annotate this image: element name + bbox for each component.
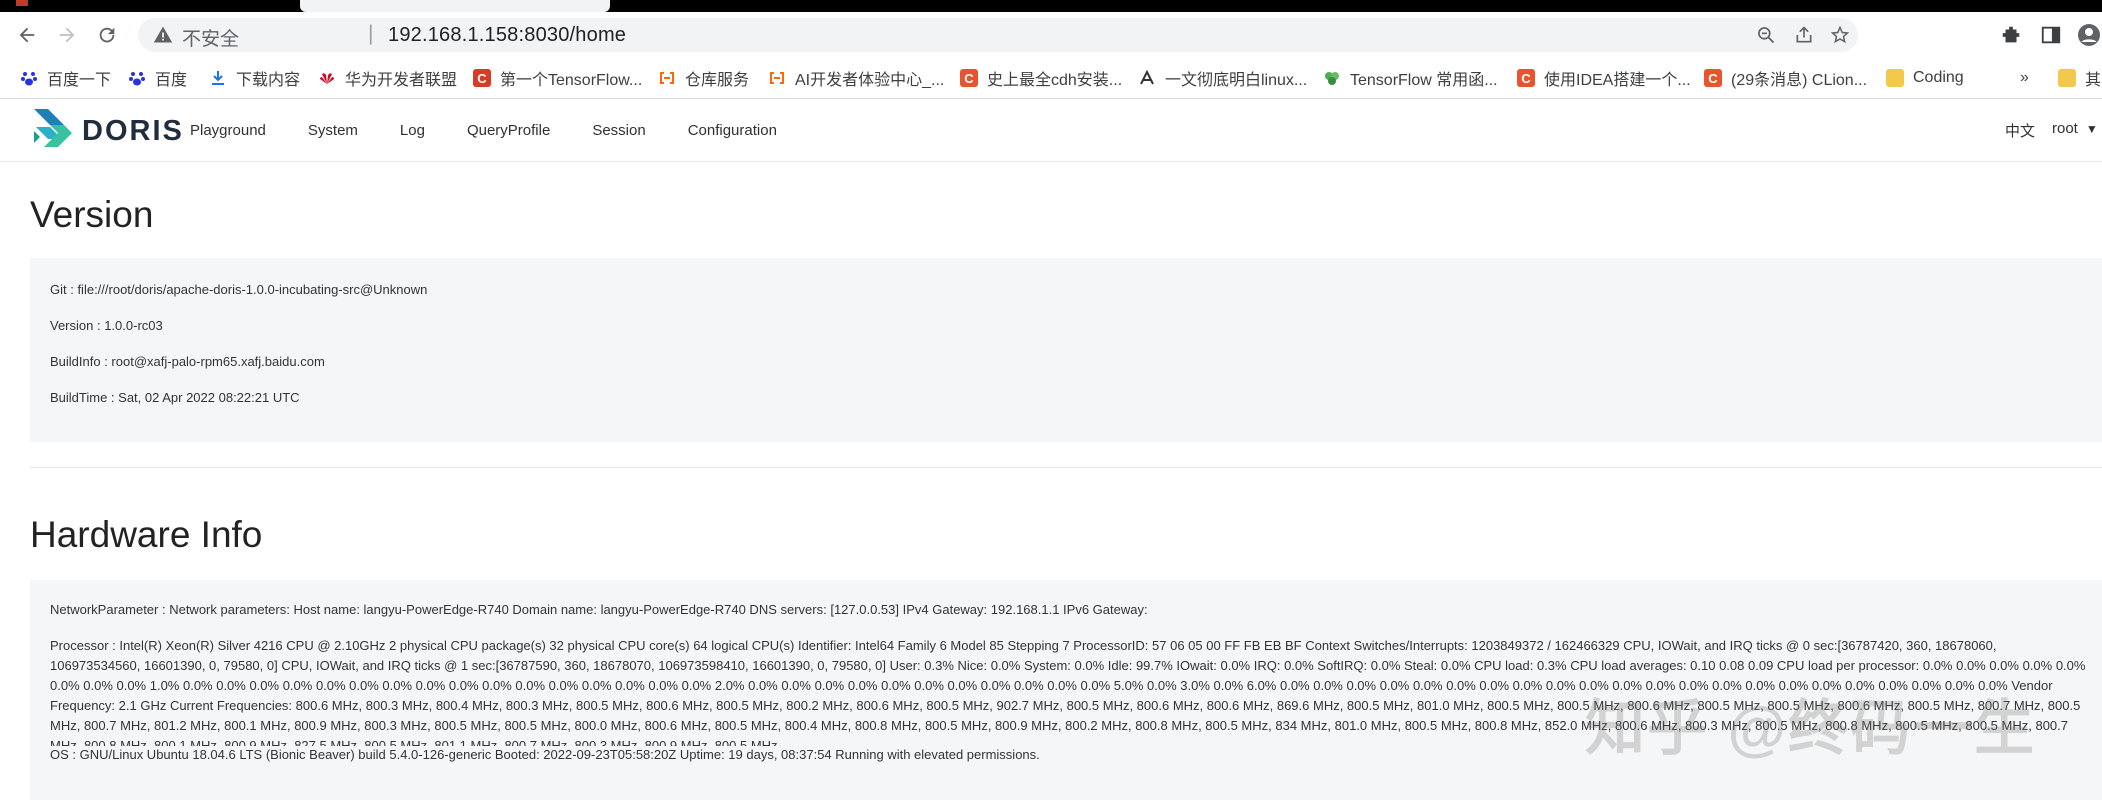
address-bar[interactable]: 不安全 | 192.168.1.158:8030/home bbox=[138, 18, 1858, 52]
user-menu[interactable]: root ▼ bbox=[2052, 120, 2098, 137]
bookmark-tensorflow-first[interactable]: C 第一个TensorFlow... bbox=[473, 66, 642, 90]
zhihu-icon bbox=[1138, 69, 1156, 87]
reload-icon[interactable] bbox=[92, 20, 122, 50]
bookmark-clion[interactable]: C (29条消息) CLion... bbox=[1704, 66, 1867, 90]
bookmark-folder-other[interactable]: 其 bbox=[2058, 66, 2101, 90]
watermark: 知乎 @终码一生 bbox=[1585, 695, 2037, 762]
hardware-title: Hardware Info bbox=[30, 514, 263, 555]
bookmark-ai-dev-center[interactable]: AI开发者体验中心_... bbox=[768, 66, 944, 90]
aliyun-icon bbox=[768, 69, 786, 87]
bookmark-huawei[interactable]: 华为开发者联盟 bbox=[318, 66, 457, 90]
bookmark-downloads[interactable]: 下载内容 bbox=[209, 66, 300, 90]
nav-playground[interactable]: Playground bbox=[190, 122, 266, 139]
bookmark-baidu[interactable]: 百度 bbox=[128, 66, 187, 90]
section-divider bbox=[30, 467, 2102, 468]
csdn-c-icon: C bbox=[960, 69, 978, 87]
user-name: root bbox=[2052, 120, 2078, 137]
nav-session[interactable]: Session bbox=[592, 122, 645, 139]
version-git: Git : file:///root/doris/apache-doris-1.… bbox=[50, 282, 428, 297]
bookmark-linux-article[interactable]: 一文彻底明白linux... bbox=[1138, 66, 1307, 90]
main-nav: Playground System Log QueryProfile Sessi… bbox=[190, 99, 819, 161]
url-text[interactable]: 192.168.1.158:8030/home bbox=[388, 24, 626, 47]
download-icon bbox=[209, 69, 227, 87]
bookmark-folder-coding[interactable]: Coding bbox=[1886, 66, 1964, 90]
doris-logo-icon[interactable] bbox=[30, 107, 74, 153]
version-number: Version : 1.0.0-rc03 bbox=[50, 318, 163, 333]
nav-queryprofile[interactable]: QueryProfile bbox=[467, 122, 550, 139]
caret-down-icon: ▼ bbox=[2085, 121, 2098, 136]
csdn-c-icon: C bbox=[473, 69, 491, 87]
huawei-icon bbox=[318, 69, 336, 87]
star-icon[interactable] bbox=[1828, 23, 1852, 47]
tab-strip bbox=[0, 0, 2102, 12]
nav-configuration[interactable]: Configuration bbox=[688, 122, 777, 139]
baidu-paw-icon bbox=[128, 69, 146, 87]
browser-toolbar: 不安全 | 192.168.1.158:8030/home bbox=[0, 12, 2102, 58]
share-icon[interactable] bbox=[1792, 23, 1816, 47]
bookmark-idea-setup[interactable]: C 使用IDEA搭建一个... bbox=[1517, 66, 1691, 90]
back-icon[interactable] bbox=[12, 20, 42, 50]
app-header: DORIS Playground System Log QueryProfile… bbox=[0, 99, 2102, 162]
active-tab[interactable] bbox=[300, 0, 610, 12]
bookmark-cdh-install[interactable]: C 史上最全cdh安装... bbox=[960, 66, 1122, 90]
leaf-icon bbox=[1323, 69, 1341, 87]
profile-avatar-icon[interactable] bbox=[2076, 22, 2102, 48]
bookmarks-overflow-button[interactable]: » bbox=[2020, 66, 2029, 90]
tab-favicon bbox=[16, 0, 28, 6]
warning-icon[interactable] bbox=[152, 24, 174, 46]
brand-name[interactable]: DORIS bbox=[82, 115, 184, 148]
aliyun-icon bbox=[658, 69, 676, 87]
folder-icon bbox=[1886, 69, 1904, 87]
nav-system[interactable]: System bbox=[308, 122, 358, 139]
extensions-icon[interactable] bbox=[1998, 22, 2024, 48]
bookmarks-bar: 百度一下 百度 下载内容 华为开发者联盟 C 第一个TensorFlow... … bbox=[0, 58, 2102, 99]
version-title: Version bbox=[30, 194, 154, 235]
csdn-c-icon: C bbox=[1517, 69, 1535, 87]
hardware-network: NetworkParameter : Network parameters: H… bbox=[50, 602, 1148, 617]
hardware-os: OS : GNU/Linux Ubuntu 18.04.6 LTS (Bioni… bbox=[50, 747, 1040, 762]
address-separator: | bbox=[368, 22, 374, 45]
side-panel-icon[interactable] bbox=[2038, 22, 2064, 48]
language-switch[interactable]: 中文 bbox=[2005, 120, 2035, 141]
csdn-c-icon: C bbox=[1704, 69, 1722, 87]
nav-log[interactable]: Log bbox=[400, 122, 425, 139]
folder-icon bbox=[2058, 69, 2076, 87]
insecure-label[interactable]: 不安全 bbox=[182, 24, 239, 51]
forward-icon[interactable] bbox=[52, 20, 82, 50]
baidu-paw-icon bbox=[20, 69, 38, 87]
zoom-icon[interactable] bbox=[1754, 23, 1778, 47]
bookmark-tensorflow-functions[interactable]: TensorFlow 常用函... bbox=[1323, 66, 1498, 90]
bookmark-repo-service[interactable]: 仓库服务 bbox=[658, 66, 749, 90]
version-buildinfo: BuildInfo : root@xafj-palo-rpm65.xafj.ba… bbox=[50, 354, 325, 369]
version-card: Git : file:///root/doris/apache-doris-1.… bbox=[30, 258, 2102, 442]
bookmark-baidu-search[interactable]: 百度一下 bbox=[20, 66, 111, 90]
version-buildtime: BuildTime : Sat, 02 Apr 2022 08:22:21 UT… bbox=[50, 390, 300, 405]
